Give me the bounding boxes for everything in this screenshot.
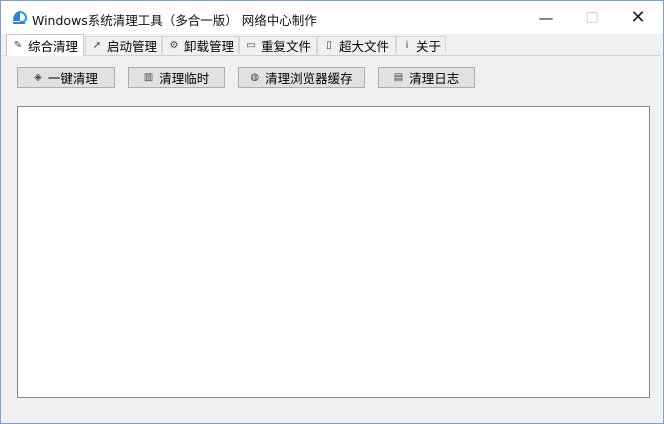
tab-label: 关于: [415, 39, 441, 54]
tab-label: 重复文件: [261, 39, 312, 54]
globe-icon: ◍: [250, 72, 260, 83]
maximize-button[interactable]: ☐: [569, 1, 615, 34]
brush-icon: ✎: [13, 40, 23, 51]
app-window: Windows系统清理工具（多合一版） 网络中心制作 — ☐ ✕ ✎ 综合清理 …: [0, 0, 664, 424]
gear-icon: ⚙: [169, 40, 179, 51]
tab-label: 综合清理: [28, 39, 79, 54]
rocket-icon: ➚: [92, 40, 102, 51]
tab-duplicate-files[interactable]: ▭ 重复文件: [239, 36, 317, 54]
eraser-icon: ◈: [34, 72, 42, 83]
minimize-button[interactable]: —: [523, 1, 569, 34]
folder-icon: ▭: [246, 40, 256, 51]
tab-uninstall-manager[interactable]: ⚙ 卸载管理: [162, 36, 239, 54]
trash-icon: ▥: [143, 72, 154, 83]
button-label: 清理浏览器缓存: [265, 71, 353, 86]
tab-large-files[interactable]: ▯ 超大文件: [317, 36, 396, 54]
one-click-clean-button[interactable]: ◈ 一键清理: [17, 67, 115, 88]
tab-comprehensive-clean[interactable]: ✎ 综合清理: [6, 34, 84, 56]
tab-label: 卸载管理: [183, 39, 234, 54]
window-title: Windows系统清理工具（多合一版） 网络中心制作: [32, 13, 317, 28]
file-icon: ▯: [326, 40, 332, 51]
info-icon: ⅰ: [405, 40, 409, 51]
tab-strip: ✎ 综合清理 ➚ 启动管理 ⚙ 卸载管理 ▭ 重复文件 ▯ 超大文件 ⅰ 关于: [4, 34, 660, 56]
tab-panel: ◈ 一键清理 ▥ 清理临时 ◍ 清理浏览器缓存 ▤ 清理日志: [4, 55, 660, 422]
app-logo-icon: [11, 9, 28, 25]
clean-browser-cache-button[interactable]: ◍ 清理浏览器缓存: [238, 67, 365, 88]
button-label: 清理临时: [159, 71, 210, 86]
title-bar[interactable]: Windows系统清理工具（多合一版） 网络中心制作 — ☐ ✕: [1, 1, 663, 34]
clean-logs-button[interactable]: ▤ 清理日志: [378, 67, 475, 88]
tab-startup-manager[interactable]: ➚ 启动管理: [85, 36, 162, 54]
close-button[interactable]: ✕: [615, 1, 661, 34]
button-label: 清理日志: [409, 71, 460, 86]
clean-temp-button[interactable]: ▥ 清理临时: [128, 67, 225, 88]
output-log-area[interactable]: [17, 106, 650, 398]
tab-about[interactable]: ⅰ 关于: [396, 36, 446, 54]
tab-label: 超大文件: [339, 39, 390, 54]
log-file-icon: ▤: [393, 72, 404, 83]
tab-label: 启动管理: [106, 39, 157, 54]
button-label: 一键清理: [47, 71, 98, 86]
